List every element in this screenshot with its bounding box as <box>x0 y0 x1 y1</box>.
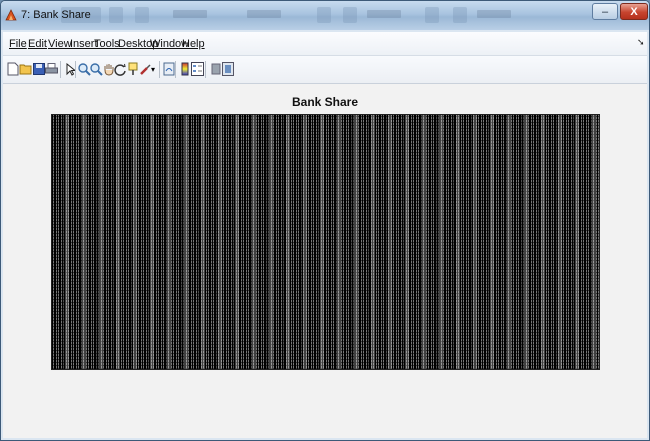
menu-file-label: File <box>9 38 27 50</box>
figure-window: 7: Bank Share – ▫ X File Edit View Inser… <box>0 0 650 441</box>
menu-help-label: Help <box>182 38 205 50</box>
taskbar-ghost <box>109 7 123 23</box>
toolbar-separator <box>175 61 176 78</box>
figure-toolbar: ▾ <box>3 56 647 84</box>
taskbar-ghost <box>247 10 281 18</box>
menu-tools-label: Tools <box>94 38 120 50</box>
title-bar[interactable]: 7: Bank Share – ▫ X <box>1 1 649 30</box>
menu-edit[interactable]: Edit <box>28 38 47 50</box>
menu-tools[interactable]: Tools <box>94 38 120 50</box>
taskbar-ghost <box>317 7 331 23</box>
matlab-logo-icon <box>5 9 17 21</box>
taskbar-ghost <box>425 7 439 23</box>
taskbar-ghost <box>477 10 511 18</box>
toolbar-separator <box>75 61 76 78</box>
menu-help[interactable]: Help <box>182 38 205 50</box>
taskbar-ghost <box>173 10 207 18</box>
legend-icon[interactable] <box>190 61 205 77</box>
taskbar-ghost <box>367 10 401 18</box>
image-noise-pattern <box>52 115 599 369</box>
toolbar-separator <box>205 61 206 78</box>
minimize-button[interactable]: – <box>592 3 618 20</box>
toolbar-separator <box>60 61 61 78</box>
close-button[interactable]: X <box>620 3 648 20</box>
close-icon: X <box>630 5 638 18</box>
menu-edit-label: Edit <box>28 38 47 50</box>
minimize-icon: – <box>601 5 609 18</box>
show-plot-tools-icon[interactable] <box>220 61 235 77</box>
toolbar-separator <box>159 61 160 78</box>
menu-bar: File Edit View Insert Tools Desktop Wind… <box>3 32 647 56</box>
taskbar-ghost <box>343 7 357 23</box>
axes-title: Bank Share <box>291 95 359 109</box>
print-icon[interactable] <box>44 61 59 77</box>
link-plot-icon[interactable] <box>161 61 176 77</box>
menu-view[interactable]: View <box>48 38 72 50</box>
menu-view-label: View <box>48 38 72 50</box>
taskbar-ghost <box>453 7 467 23</box>
image-axes[interactable] <box>51 114 600 370</box>
menu-overflow-arrow-icon[interactable]: ➘ <box>637 37 645 48</box>
window-title: 7: Bank Share <box>21 9 91 21</box>
taskbar-ghost <box>135 7 149 23</box>
brush-dropdown-icon[interactable]: ▾ <box>149 61 157 77</box>
menu-file[interactable]: File <box>9 38 27 50</box>
